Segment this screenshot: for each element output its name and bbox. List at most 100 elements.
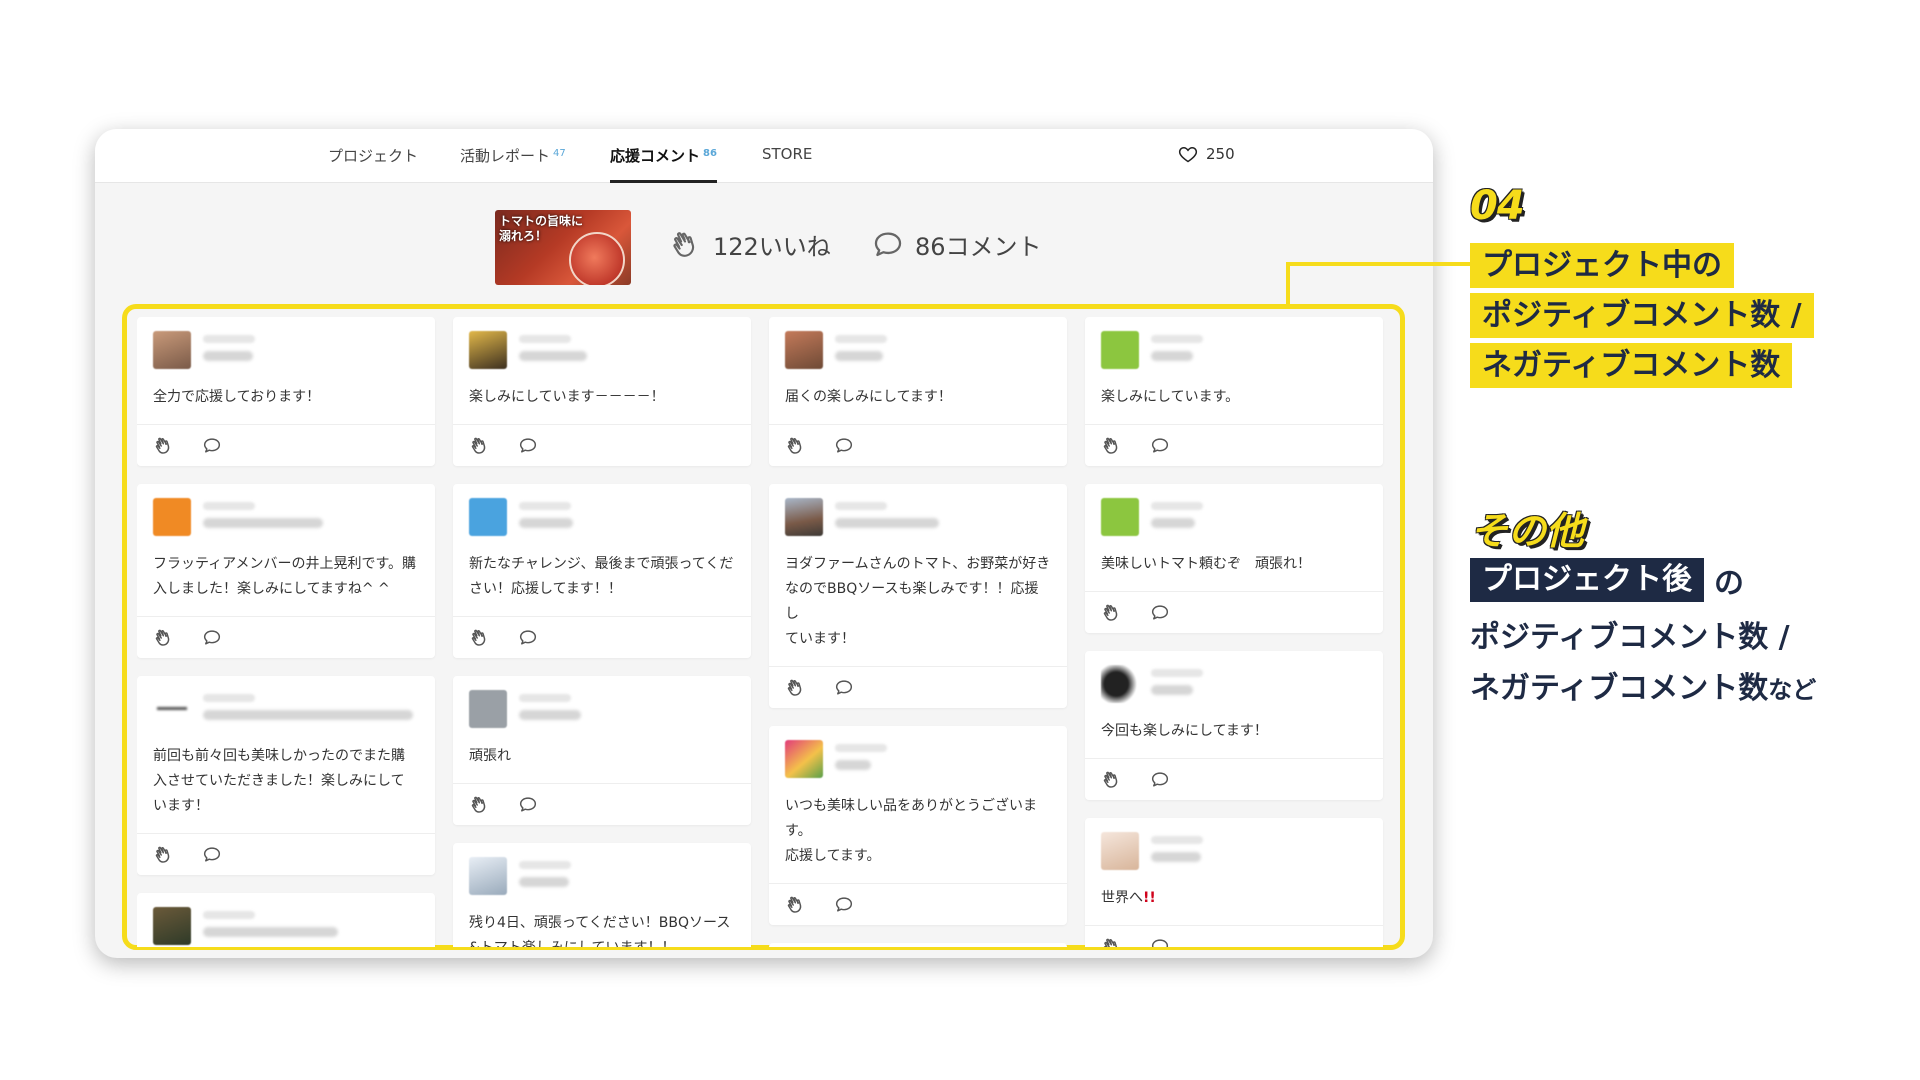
- avatar[interactable]: [1101, 832, 1139, 870]
- avatar[interactable]: [1101, 498, 1139, 536]
- tab-bar: プロジェクト 活動レポート 47 応援コメント 86 STORE 250: [95, 129, 1433, 183]
- comment-card: 美味しいトマト頼むぞ 頑張れ！: [1085, 484, 1383, 633]
- avatar[interactable]: [469, 498, 507, 536]
- user-name[interactable]: [1151, 685, 1193, 695]
- comment-icon[interactable]: [201, 627, 223, 649]
- comments-stat-label: 86コメント: [915, 233, 1042, 261]
- connector-line: [1286, 262, 1290, 307]
- clap-icon[interactable]: [469, 794, 491, 816]
- user-name[interactable]: [519, 518, 573, 528]
- comment-icon[interactable]: [1149, 769, 1171, 791]
- avatar[interactable]: [785, 331, 823, 369]
- avatar[interactable]: [153, 907, 191, 945]
- comment-icon[interactable]: [833, 435, 855, 457]
- comment-column-1: 全力で応援しております！ フラッティアメンバーの井上晃利です。購 入しました！楽…: [137, 317, 435, 947]
- user-name[interactable]: [203, 518, 323, 528]
- avatar[interactable]: [469, 690, 507, 728]
- clap-icon[interactable]: [153, 844, 175, 866]
- post-date: [519, 502, 571, 510]
- comment-text: 世界へ!!: [1085, 880, 1383, 925]
- comment-card: 今回も楽しみにしてます！: [1085, 651, 1383, 800]
- comment-column-3: 届くの楽しみにしてます！ ヨダファームさんのトマト、お野菜が好き なのでBBQソ…: [769, 317, 1067, 947]
- tab-count: 86: [703, 148, 717, 159]
- annotation-line-1: プロジェクト中の: [1470, 243, 1734, 288]
- like-button[interactable]: 250: [1178, 144, 1235, 164]
- clap-icon[interactable]: [153, 627, 175, 649]
- user-name[interactable]: [835, 351, 883, 361]
- comment-icon[interactable]: [201, 844, 223, 866]
- annotation-number: 04: [1470, 183, 1525, 229]
- comment-card: ヨダファームさんのトマト、お野菜が好き なのでBBQソースも楽しみです！！応援し…: [769, 484, 1067, 708]
- comment-card: 新たなチャレンジ、最後まで頑張ってくだ さい！応援してます！！: [453, 484, 751, 658]
- comment-icon[interactable]: [201, 435, 223, 457]
- comment-text: 届くの楽しみにしてます！: [785, 389, 952, 405]
- annotation-line-6: ネガティブコメント数など: [1470, 663, 1816, 707]
- comment-card: 届くの楽しみにしてます！: [769, 317, 1067, 466]
- tab-project[interactable]: プロジェクト: [328, 145, 418, 183]
- avatar[interactable]: [1101, 331, 1139, 369]
- comment-icon[interactable]: [517, 627, 539, 649]
- comment-icon[interactable]: [1149, 435, 1171, 457]
- user-name[interactable]: [1151, 518, 1195, 528]
- tab-count: 47: [553, 148, 566, 159]
- clap-icon[interactable]: [1101, 769, 1123, 791]
- clap-icon[interactable]: [469, 435, 491, 457]
- line-6-suffix: など: [1768, 676, 1817, 704]
- avatar[interactable]: [1101, 665, 1139, 703]
- user-name[interactable]: [1151, 351, 1193, 361]
- clap-icon[interactable]: [785, 677, 807, 699]
- avatar[interactable]: [153, 690, 191, 728]
- user-name[interactable]: [203, 351, 253, 361]
- avatar[interactable]: [469, 331, 507, 369]
- user-name[interactable]: [203, 927, 338, 937]
- comment-text-main: 世界へ: [1101, 890, 1143, 906]
- comment-text: 今回も楽しみにしてます！: [1101, 723, 1268, 739]
- after-suffix: の: [1714, 566, 1744, 601]
- clap-icon[interactable]: [469, 627, 491, 649]
- post-date: [519, 861, 571, 869]
- user-name[interactable]: [519, 877, 569, 887]
- avatar[interactable]: [153, 498, 191, 536]
- avatar[interactable]: [785, 740, 823, 778]
- annotation-line-2: ポジティブコメント数 /: [1470, 293, 1814, 338]
- clap-icon[interactable]: [1101, 936, 1123, 947]
- comment-card: フラッティアメンバーの井上晃利です。購 入しました！楽しみにしてますね^ ^: [137, 484, 435, 658]
- comment-text: 全力で応援しております！: [153, 389, 321, 405]
- clap-icon[interactable]: [785, 435, 807, 457]
- avatar[interactable]: [469, 857, 507, 895]
- post-date: [1151, 836, 1203, 844]
- comment-icon[interactable]: [517, 435, 539, 457]
- post-date: [1151, 335, 1203, 343]
- user-name[interactable]: [519, 710, 581, 720]
- clap-icon[interactable]: [1101, 602, 1123, 624]
- comment-icon[interactable]: [833, 677, 855, 699]
- comment-card: 楽しみにしています－－－－！: [453, 317, 751, 466]
- user-name[interactable]: [835, 518, 939, 528]
- tab-activity-report[interactable]: 活動レポート 47: [460, 145, 566, 183]
- line-6-text: ネガティブコメント数: [1470, 671, 1769, 706]
- clap-icon[interactable]: [1101, 435, 1123, 457]
- user-name[interactable]: [203, 710, 413, 720]
- user-name[interactable]: [835, 760, 871, 770]
- avatar[interactable]: [785, 498, 823, 536]
- project-thumbnail[interactable]: トマトの旨味に溺れろ！: [495, 210, 631, 285]
- clap-icon[interactable]: [785, 894, 807, 916]
- tab-store[interactable]: STORE: [762, 145, 812, 183]
- likes-stat-label: 122いいね: [713, 233, 831, 261]
- after-highlight: プロジェクト後: [1470, 558, 1704, 602]
- comment-text: 頑張れ: [469, 748, 511, 764]
- like-count: 250: [1206, 145, 1235, 163]
- comment-card: いつも美味しい品をありがとうございま す。 応援してます。: [769, 726, 1067, 925]
- project-summary: トマトの旨味に溺れろ！ 122いいね 86コメント: [95, 183, 1433, 303]
- tab-support-comments[interactable]: 応援コメント 86: [610, 145, 717, 183]
- comment-icon[interactable]: [1149, 936, 1171, 947]
- avatar[interactable]: [153, 331, 191, 369]
- clap-icon[interactable]: [153, 435, 175, 457]
- annotation-line-5: ポジティブコメント数 /: [1470, 620, 1790, 655]
- user-name[interactable]: [1151, 852, 1201, 862]
- comment-icon[interactable]: [1149, 602, 1171, 624]
- comment-icon[interactable]: [517, 794, 539, 816]
- comment-icon[interactable]: [833, 894, 855, 916]
- comment-card: 頑張れ: [453, 676, 751, 825]
- user-name[interactable]: [519, 351, 587, 361]
